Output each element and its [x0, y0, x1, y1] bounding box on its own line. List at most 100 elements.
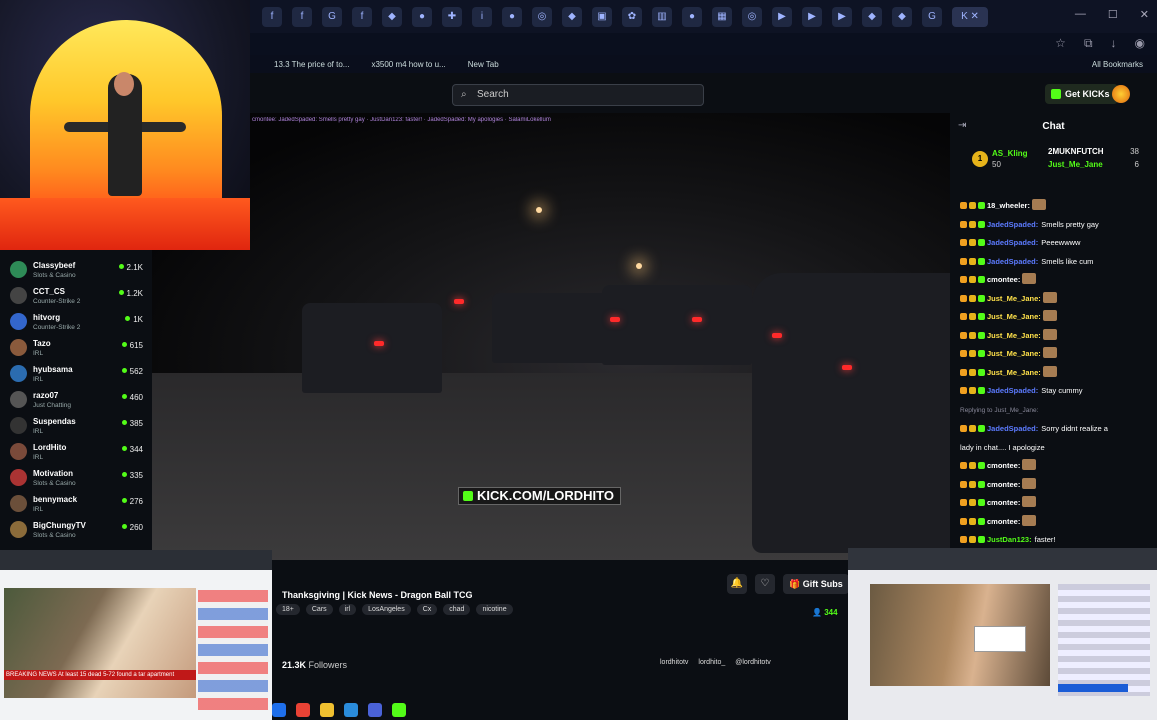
sidebar-channel[interactable]: Classybeef Slots & Casino 2.1K	[0, 258, 152, 284]
stream-tag[interactable]: chad	[443, 604, 471, 615]
chat-username[interactable]: JadedSpaded:	[987, 238, 1038, 247]
chat-username[interactable]: cmontee:	[987, 498, 1020, 507]
chat-username[interactable]: JadedSpaded:	[987, 386, 1038, 395]
stream-tag[interactable]: Cars	[305, 604, 333, 615]
youtube-social-link[interactable]: @lordhitotv	[735, 659, 771, 666]
sidebar-channel[interactable]: hyubsama IRL 562	[0, 362, 152, 388]
tab-icon[interactable]: f	[292, 6, 312, 27]
tail-light	[454, 299, 464, 304]
sidebar-channel[interactable]: LordHito IRL 344	[0, 440, 152, 466]
kick-icon[interactable]	[392, 703, 406, 717]
tab-icon[interactable]: ▥	[652, 6, 672, 27]
sidebar-channel[interactable]: Tazo IRL 615	[0, 336, 152, 362]
leader-name[interactable]: AS_Kling	[992, 149, 1028, 158]
chat-username[interactable]: JadedSpaded:	[987, 220, 1038, 229]
edge-icon[interactable]	[272, 703, 286, 717]
search-input[interactable]: ⌕ Search	[452, 84, 704, 106]
leader-name[interactable]: 2MUKNFUTCH	[1048, 147, 1104, 156]
tab-icon[interactable]: ●	[682, 6, 702, 27]
stream-tag[interactable]: nicotine	[476, 604, 513, 615]
chat-username[interactable]: cmontee:	[987, 517, 1020, 526]
tab-icon[interactable]: ✚	[442, 6, 462, 27]
tab-icon[interactable]: ◎	[532, 6, 552, 27]
tab-icon[interactable]: ▣	[592, 6, 612, 27]
tab-icon[interactable]: ◆	[892, 6, 912, 27]
stream-tag[interactable]: irl	[338, 604, 357, 615]
user-avatar[interactable]	[1112, 85, 1130, 103]
tab-icon[interactable]: f	[262, 6, 282, 27]
profile-icon[interactable]: ◉	[1135, 36, 1145, 51]
chat-username[interactable]: 18_wheeler:	[987, 201, 1030, 210]
user-badge-icon	[978, 313, 985, 320]
sidebar-channel[interactable]: bennymack IRL 276	[0, 492, 152, 518]
chat-username[interactable]: JadedSpaded:	[987, 424, 1038, 433]
store-icon[interactable]	[344, 703, 358, 717]
tab-icon[interactable]: ▶	[802, 6, 822, 27]
chat-username[interactable]: Just_Me_Jane:	[987, 331, 1041, 340]
tab-icon[interactable]: ●	[412, 6, 432, 27]
social-links: lordhitotv lordhito_ @lordhitotv	[660, 659, 771, 666]
tab-icon[interactable]: ✿	[622, 6, 642, 27]
gift-subs-button[interactable]: 🎁 Gift Subs	[783, 574, 849, 594]
emote-icon	[1022, 273, 1037, 284]
sidebar-channel[interactable]: Motivation Slots & Casino 335	[0, 466, 152, 492]
app-icon[interactable]	[368, 703, 382, 717]
stream-tag[interactable]: Cx	[416, 604, 438, 615]
chat-message: JadedSpaded: Stay cummy	[960, 382, 1155, 401]
chat-username[interactable]: Just_Me_Jane:	[987, 349, 1041, 358]
tab-icon[interactable]: ◆	[382, 6, 402, 27]
folder-icon[interactable]	[320, 703, 334, 717]
sidebar-channel[interactable]: Suspendas IRL 385	[0, 414, 152, 440]
sidebar-channel[interactable]: razo07 Just Chatting 460	[0, 388, 152, 414]
address-bar[interactable]: ☆ ⧉ ↓ ◉	[250, 33, 1157, 55]
tab-icon[interactable]: G	[322, 6, 342, 27]
maximize-icon[interactable]: ☐	[1108, 8, 1118, 21]
bookmark-item[interactable]: 13.3 The price of to...	[274, 60, 349, 69]
pip-window-news[interactable]: BREAKING NEWS At least 15 dead 5-72 foun…	[0, 550, 272, 720]
tab-icon[interactable]: ◆	[562, 6, 582, 27]
close-icon[interactable]: ✕	[1140, 8, 1149, 21]
downloads-icon[interactable]: ↓	[1111, 36, 1117, 51]
sidebar-channel[interactable]: BigChungyTV Slots & Casino 260	[0, 518, 152, 544]
chat-username[interactable]: Just_Me_Jane:	[987, 368, 1041, 377]
chat-username[interactable]: cmontee:	[987, 461, 1020, 470]
tab-icon[interactable]: ▶	[772, 6, 792, 27]
stream-tag[interactable]: LosAngeles	[362, 604, 411, 615]
pip-window-video[interactable]	[848, 548, 1157, 720]
chat-username[interactable]: JustDan123:	[987, 535, 1032, 544]
sidebar-channel[interactable]: hitvorg Counter-Strike 2 1K	[0, 310, 152, 336]
tab-icon[interactable]: ◎	[742, 6, 762, 27]
all-bookmarks-button[interactable]: All Bookmarks	[1092, 60, 1143, 69]
extensions-icon[interactable]: ⧉	[1084, 36, 1093, 51]
tab-icon[interactable]: ◆	[862, 6, 882, 27]
tab-icon[interactable]: i	[472, 6, 492, 27]
stream-tag[interactable]: 18+	[276, 604, 300, 615]
chat-panel: ⇥ Chat 1 AS_Kling 50 2MUKNFUTCH 38 Just_…	[950, 113, 1157, 563]
tab-icon[interactable]: ▦	[712, 6, 732, 27]
chat-username[interactable]: Just_Me_Jane:	[987, 312, 1041, 321]
heart-icon[interactable]: ♡	[755, 574, 775, 594]
chat-username[interactable]: cmontee:	[987, 480, 1020, 489]
tab-icon[interactable]: f	[352, 6, 372, 27]
tab-icon[interactable]: ●	[502, 6, 522, 27]
chat-username[interactable]: JadedSpaded:	[987, 257, 1038, 266]
chat-username[interactable]: Just_Me_Jane:	[987, 294, 1041, 303]
subscribe-button[interactable]	[1058, 684, 1128, 692]
video-player[interactable]: cmontee: JadedSpaded: Smells pretty gay …	[152, 113, 950, 560]
bookmark-item[interactable]: New Tab	[468, 60, 499, 69]
bookmark-item[interactable]: x3500 m4 how to u...	[371, 60, 445, 69]
bell-icon[interactable]: 🔔	[727, 574, 747, 594]
chrome-icon[interactable]	[296, 703, 310, 717]
get-kicks-button[interactable]: Get KICKs	[1045, 84, 1118, 104]
minimize-icon[interactable]: —	[1075, 8, 1086, 21]
chat-username[interactable]: cmontee:	[987, 275, 1020, 284]
tab-icon[interactable]: G	[922, 6, 942, 27]
channel-viewers: 260	[122, 523, 143, 532]
x-social-link[interactable]: lordhitotv	[660, 659, 688, 666]
tab-kick-active[interactable]: K ✕	[952, 6, 988, 27]
instagram-social-link[interactable]: lordhito_	[698, 659, 725, 666]
sidebar-channel[interactable]: CCT_CS Counter-Strike 2 1.2K	[0, 284, 152, 310]
bookmark-star-icon[interactable]: ☆	[1055, 36, 1066, 51]
leader-name[interactable]: Just_Me_Jane	[1048, 160, 1103, 169]
tab-icon[interactable]: ▶	[832, 6, 852, 27]
